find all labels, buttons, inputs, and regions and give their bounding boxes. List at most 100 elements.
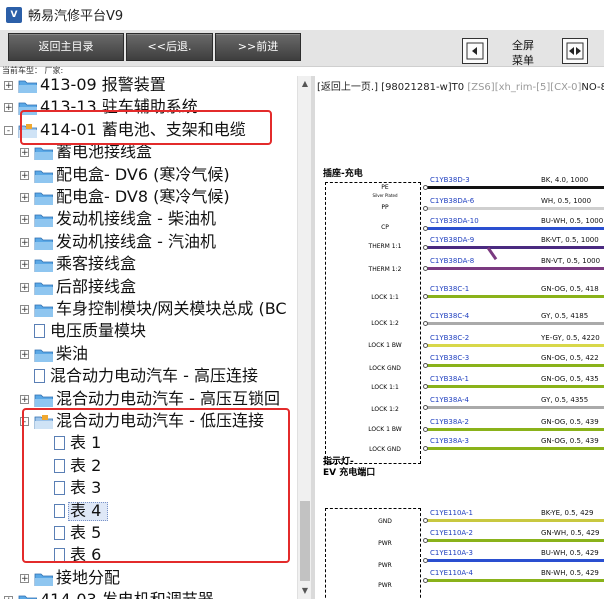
- wire-terminal-dot: [423, 384, 428, 389]
- wire-terminal-dot: [423, 321, 428, 326]
- scroll-up-arrow-icon[interactable]: ▲: [298, 78, 312, 90]
- folder-icon: [34, 170, 53, 183]
- wire-spec-label: BK-YE, 0.5, 429: [541, 509, 594, 517]
- expand-icon[interactable]: +: [20, 573, 29, 583]
- tree-node-label: 混合动力电动汽车 - 高压连接: [50, 366, 258, 386]
- folder-icon: [34, 349, 53, 362]
- wire-id-label: C1YB38C-4: [430, 312, 470, 320]
- tree-node[interactable]: + 接地分配: [0, 567, 297, 589]
- tree-node[interactable]: + 发动机接线盒 - 汽油机: [0, 231, 297, 253]
- expand-icon[interactable]: +: [20, 394, 29, 404]
- wire-line: [427, 364, 604, 367]
- expand-icon[interactable]: +: [20, 349, 29, 359]
- wire-terminal-dot: [423, 518, 428, 523]
- forward-button[interactable]: >>前进: [215, 33, 301, 61]
- tree-node[interactable]: + 配电盒- DV8 (寒冷气候): [0, 186, 297, 208]
- folder-icon: [34, 192, 53, 205]
- wire-line: [427, 428, 604, 431]
- toolbar: 返回主目录 <<后退. >>前进 全屏 菜单: [0, 30, 604, 67]
- wire-line: [427, 519, 604, 522]
- tree-node[interactable]: + 后部接线盒: [0, 276, 297, 298]
- expand-icon[interactable]: +: [4, 81, 13, 91]
- wire-line: [427, 539, 604, 542]
- wire-spec-label: BU-WH, 0.5, 429: [541, 549, 599, 557]
- expand-icon[interactable]: +: [20, 260, 29, 270]
- expand-icon[interactable]: +: [20, 237, 29, 247]
- tree-node[interactable]: + 配电盒- DV6 (寒冷气候): [0, 164, 297, 186]
- tree-scrollbar[interactable]: ▲ ▼: [297, 76, 312, 599]
- wire-id-label: C1YB38D-3: [430, 176, 470, 184]
- wire-id-label: C1YB38C-2: [430, 334, 470, 342]
- wire-terminal-dot: [423, 206, 428, 211]
- scrollbar-thumb[interactable]: [300, 501, 310, 581]
- tree-node-label: 接地分配: [56, 567, 121, 587]
- wire-id-label: C1YB38DA-8: [430, 257, 475, 265]
- wire-line: [427, 579, 604, 582]
- wire-terminal-dot: [423, 294, 428, 299]
- wire-id-label: C1YB38A-3: [430, 437, 469, 445]
- wire-terminal-dot: [423, 185, 428, 190]
- expand-icon[interactable]: +: [20, 170, 29, 180]
- tree-node[interactable]: + 混合动力电动汽车 - 高压互锁回: [0, 388, 297, 410]
- expand-icon[interactable]: +: [20, 215, 29, 225]
- wire-line: [427, 267, 604, 270]
- wire-line: [427, 406, 604, 409]
- expand-icon[interactable]: +: [20, 193, 29, 203]
- tree-node[interactable]: 电压质量模块: [0, 320, 297, 342]
- wire-terminal-dot: [423, 538, 428, 543]
- back-prev-page-link[interactable]: [返回上一页.]: [317, 82, 378, 93]
- pin-label: LOCK 1 BW: [368, 426, 402, 433]
- folder-icon: [34, 214, 53, 228]
- tree-node-label: 柴油: [56, 343, 89, 363]
- wire-line: [427, 385, 604, 388]
- wire-spec-label: GN-OG, 0.5, 439: [541, 418, 599, 426]
- wire-spec-label: GN-WH, 0.5, 429: [541, 529, 600, 537]
- pin-label: CP: [381, 224, 389, 231]
- tree-node[interactable]: + 柴油: [0, 343, 297, 365]
- expand-icon[interactable]: +: [20, 305, 29, 315]
- pin-label: LOCK GND: [369, 446, 401, 453]
- tree-node[interactable]: +413-09 报警装置: [0, 76, 297, 96]
- pin-label: THERM 1:2: [368, 266, 402, 273]
- wire-line: [427, 186, 604, 189]
- tree-node[interactable]: + 乘客接线盒: [0, 253, 297, 275]
- folder-icon: [34, 259, 53, 273]
- wire-terminal-dot: [423, 578, 428, 583]
- wire-id-label: C1YB38DA-6: [430, 197, 475, 205]
- wire-spec-label: GY, 0.5, 4185: [541, 312, 589, 320]
- back-main-button[interactable]: 返回主目录: [8, 33, 124, 61]
- tree-node[interactable]: + 车身控制模块/网关模块总成 (BC: [0, 298, 297, 320]
- section-title-charging-socket: 插座-充电: [323, 169, 363, 179]
- wire-spec-label: GN-OG, 0.5, 418: [541, 285, 599, 293]
- wire-line: [427, 246, 604, 249]
- wire-spec-label: BK-VT, 0.5, 1000: [541, 236, 599, 244]
- expand-panel-button[interactable]: [562, 38, 588, 64]
- tree-node[interactable]: 混合动力电动汽车 - 高压连接: [0, 365, 297, 387]
- wire-id-label: C1YB38A-1: [430, 375, 469, 383]
- folder-icon: [34, 147, 53, 161]
- expand-icon[interactable]: +: [4, 103, 13, 113]
- back-button[interactable]: <<后退.: [126, 33, 213, 61]
- tree-node-label: 后部接线盒: [56, 276, 137, 296]
- wire-id-label: C1YB38C-1: [430, 285, 470, 293]
- tree-node-label: 414-03 发电机和调节器: [40, 589, 214, 599]
- wire-spec-label: WH, 0.5, 1000: [541, 197, 592, 205]
- wire-spec-label: GN-OG, 0.5, 439: [541, 437, 599, 445]
- tree-node[interactable]: +414-03 发电机和调节器: [0, 589, 297, 599]
- pin-label: LOCK 1:2: [371, 406, 399, 413]
- wire-terminal-dot: [423, 558, 428, 563]
- wire-spec-label: GY, 0.5, 4355: [541, 396, 589, 404]
- scroll-down-arrow-icon[interactable]: ▼: [298, 585, 312, 597]
- wire-line: [427, 227, 604, 230]
- wire-terminal-dot: [423, 266, 428, 271]
- pin-label: PWR: [378, 562, 392, 569]
- collapse-icon[interactable]: -: [4, 125, 13, 135]
- pin-label: LOCK 1 BW: [368, 342, 402, 349]
- wire-id-label: C1YB38DA-10: [430, 217, 479, 225]
- model-info-bar: 当前车型： 厂家:: [2, 66, 64, 75]
- tree-node[interactable]: + 发动机接线盒 - 柴油机: [0, 208, 297, 230]
- expand-icon[interactable]: +: [20, 148, 29, 158]
- collapse-panel-button[interactable]: [462, 38, 488, 64]
- expand-icon[interactable]: +: [20, 282, 29, 292]
- pin-label: PWR: [378, 540, 392, 547]
